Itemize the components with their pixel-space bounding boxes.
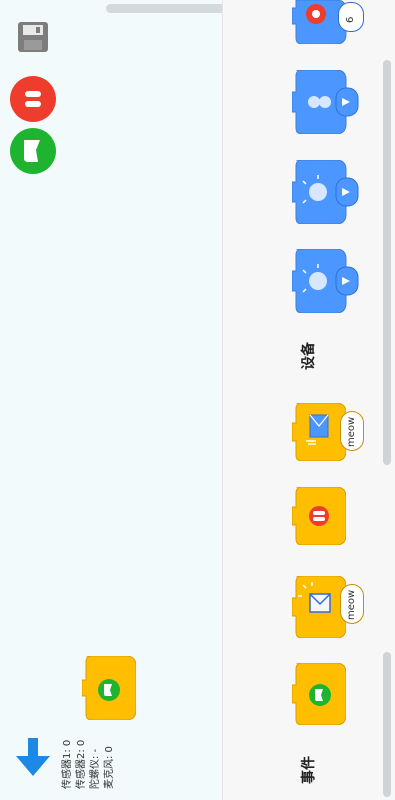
stop-icon — [25, 91, 41, 107]
section-devices-label: 设备 — [301, 342, 317, 370]
sensor1-readout: 传感器1: 0 — [62, 739, 73, 789]
palette-stop-block[interactable] — [292, 487, 346, 545]
meow-input-2[interactable]: meow — [340, 411, 364, 451]
palette-broadcast-block[interactable] — [292, 403, 346, 461]
wait-value-input[interactable]: 6 — [338, 2, 364, 32]
palette-device-light2-block[interactable] — [292, 160, 366, 224]
save-icon[interactable] — [16, 20, 50, 54]
stop-button[interactable] — [10, 76, 56, 122]
canvas-when-flag-clicked-block[interactable] — [82, 656, 136, 720]
flag-icon — [24, 140, 40, 162]
palette-when-flag-clicked-block[interactable] — [292, 663, 346, 725]
sensor2-readout: 传感器2: 0 — [76, 739, 87, 789]
palette-when-receive-block[interactable] — [292, 576, 346, 638]
meow-input-2-text: meow — [346, 416, 357, 447]
run-button[interactable] — [10, 128, 56, 174]
wait-value-text: 6 — [345, 16, 356, 23]
arrow-down-icon[interactable] — [16, 738, 50, 778]
palette-device-sensor-block[interactable] — [292, 70, 366, 134]
sensor-readouts: 传感器1: 0 传感器2: 0 陀螺仪: - 麦克风: 0 — [62, 735, 122, 789]
palette-device-light1-block[interactable] — [292, 249, 366, 313]
section-events-label: 事件 — [301, 756, 317, 784]
palette-scrollbar[interactable] — [383, 60, 391, 465]
mic-readout: 麦克风: 0 — [104, 746, 115, 789]
palette-scrollbar-lower[interactable] — [383, 652, 391, 797]
meow-input-1-text: meow — [346, 589, 357, 620]
meow-input-1[interactable]: meow — [340, 584, 364, 624]
gyro-readout: 陀螺仪: - — [90, 748, 101, 789]
